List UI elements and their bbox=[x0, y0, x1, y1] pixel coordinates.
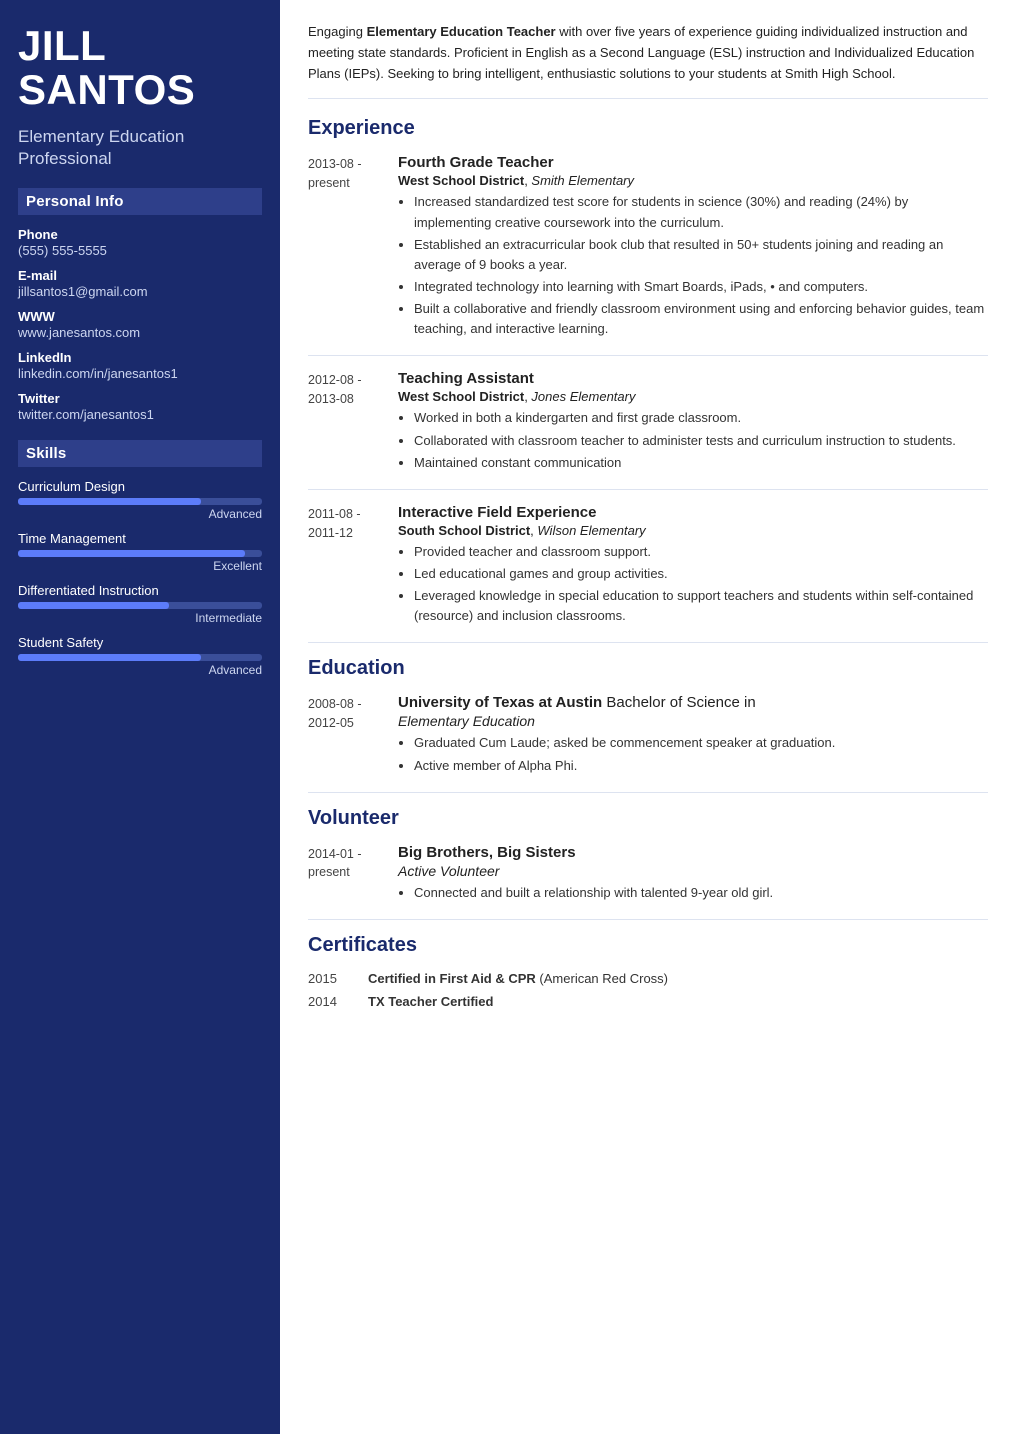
education-list: 2008-08 -2012-05 University of Texas at … bbox=[308, 694, 988, 777]
certificates-title: Certificates bbox=[308, 934, 988, 959]
twitter-label: Twitter bbox=[18, 391, 262, 406]
skill-name: Time Management bbox=[18, 531, 262, 546]
edu-bullets: Graduated Cum Laude; asked be commenceme… bbox=[414, 733, 988, 775]
exp-title: Interactive Field Experience bbox=[398, 504, 988, 521]
education-item: 2008-08 -2012-05 University of Texas at … bbox=[308, 694, 988, 777]
skill-item: Curriculum Design Advanced bbox=[18, 479, 262, 521]
skill-bar-fill bbox=[18, 654, 201, 661]
summary-text: Engaging Elementary Education Teacher wi… bbox=[308, 22, 988, 99]
exp-date: 2012-08 -2013-08 bbox=[308, 370, 398, 474]
certificate-item: 2014 TX Teacher Certified bbox=[308, 994, 988, 1009]
vol-date: 2014-01 -present bbox=[308, 844, 398, 905]
skill-item: Time Management Excellent bbox=[18, 531, 262, 573]
main-content: Engaging Elementary Education Teacher wi… bbox=[280, 0, 1016, 1434]
volunteer-list: 2014-01 -present Big Brothers, Big Siste… bbox=[308, 844, 988, 905]
skill-level: Advanced bbox=[18, 507, 262, 521]
sidebar: JILL SANTOS Elementary Education Profess… bbox=[0, 0, 280, 1434]
exp-org: West School District, Jones Elementary bbox=[398, 389, 988, 404]
bullet-item: Maintained constant communication bbox=[414, 453, 988, 473]
exp-bullets: Provided teacher and classroom support.L… bbox=[414, 542, 988, 627]
bullet-item: Increased standardized test score for st… bbox=[414, 192, 988, 232]
skill-name: Student Safety bbox=[18, 635, 262, 650]
phone-label: Phone bbox=[18, 227, 262, 242]
skills-list: Curriculum Design Advanced Time Manageme… bbox=[18, 479, 262, 677]
exp-title: Teaching Assistant bbox=[398, 370, 988, 387]
www-value: www.janesantos.com bbox=[18, 325, 262, 340]
edu-degree: University of Texas at Austin Bachelor o… bbox=[398, 694, 988, 711]
vol-bullets: Connected and built a relationship with … bbox=[414, 883, 988, 903]
cert-year: 2014 bbox=[308, 994, 368, 1009]
bullet-item: Graduated Cum Laude; asked be commenceme… bbox=[414, 733, 988, 753]
skill-item: Differentiated Instruction Intermediate bbox=[18, 583, 262, 625]
cert-text: Certified in First Aid & CPR (American R… bbox=[368, 971, 668, 986]
cert-year: 2015 bbox=[308, 971, 368, 986]
linkedin-label: LinkedIn bbox=[18, 350, 262, 365]
candidate-subtitle: Elementary Education Professional bbox=[18, 126, 262, 170]
bullet-item: Leveraged knowledge in special education… bbox=[414, 586, 988, 626]
skill-bar-bg bbox=[18, 602, 262, 609]
edu-italic: Elementary Education bbox=[398, 713, 988, 729]
exp-title: Fourth Grade Teacher bbox=[398, 154, 988, 171]
bullet-item: Collaborated with classroom teacher to a… bbox=[414, 431, 988, 451]
exp-content: Interactive Field Experience South Schoo… bbox=[398, 504, 988, 629]
skill-bar-bg bbox=[18, 654, 262, 661]
skill-name: Curriculum Design bbox=[18, 479, 262, 494]
edu-content: University of Texas at Austin Bachelor o… bbox=[398, 694, 988, 777]
bullet-item: Built a collaborative and friendly class… bbox=[414, 299, 988, 339]
skill-item: Student Safety Advanced bbox=[18, 635, 262, 677]
bullet-item: Active member of Alpha Phi. bbox=[414, 756, 988, 776]
bullet-item: Established an extracurricular book club… bbox=[414, 235, 988, 275]
experience-item: 2013-08 -present Fourth Grade Teacher We… bbox=[308, 154, 988, 341]
experience-title: Experience bbox=[308, 117, 988, 142]
skill-bar-bg bbox=[18, 498, 262, 505]
vol-title: Big Brothers, Big Sisters bbox=[398, 844, 988, 861]
volunteer-title: Volunteer bbox=[308, 807, 988, 832]
skill-level: Intermediate bbox=[18, 611, 262, 625]
skill-level: Excellent bbox=[18, 559, 262, 573]
experience-list: 2013-08 -present Fourth Grade Teacher We… bbox=[308, 154, 988, 628]
www-label: WWW bbox=[18, 309, 262, 324]
email-value: jillsantos1@gmail.com bbox=[18, 284, 262, 299]
experience-item: 2012-08 -2013-08 Teaching Assistant West… bbox=[308, 370, 988, 474]
personal-info-header: Personal Info bbox=[18, 188, 262, 215]
exp-content: Fourth Grade Teacher West School Distric… bbox=[398, 154, 988, 341]
edu-date: 2008-08 -2012-05 bbox=[308, 694, 398, 777]
vol-subtitle: Active Volunteer bbox=[398, 863, 988, 879]
skill-bar-fill bbox=[18, 498, 201, 505]
bullet-item: Integrated technology into learning with… bbox=[414, 277, 988, 297]
cert-text: TX Teacher Certified bbox=[368, 994, 493, 1009]
exp-bullets: Increased standardized test score for st… bbox=[414, 192, 988, 339]
candidate-name: JILL SANTOS bbox=[18, 24, 262, 112]
twitter-value: twitter.com/janesantos1 bbox=[18, 407, 262, 422]
exp-bullets: Worked in both a kindergarten and first … bbox=[414, 408, 988, 472]
linkedin-value: linkedin.com/in/janesantos1 bbox=[18, 366, 262, 381]
vol-content: Big Brothers, Big Sisters Active Volunte… bbox=[398, 844, 988, 905]
bullet-item: Provided teacher and classroom support. bbox=[414, 542, 988, 562]
exp-org: South School District, Wilson Elementary bbox=[398, 523, 988, 538]
experience-item: 2011-08 -2011-12 Interactive Field Exper… bbox=[308, 504, 988, 629]
exp-date: 2013-08 -present bbox=[308, 154, 398, 341]
exp-content: Teaching Assistant West School District,… bbox=[398, 370, 988, 474]
volunteer-item: 2014-01 -present Big Brothers, Big Siste… bbox=[308, 844, 988, 905]
bullet-item: Connected and built a relationship with … bbox=[414, 883, 988, 903]
skill-bar-fill bbox=[18, 602, 169, 609]
exp-date: 2011-08 -2011-12 bbox=[308, 504, 398, 629]
email-label: E-mail bbox=[18, 268, 262, 283]
education-title: Education bbox=[308, 657, 988, 682]
skill-name: Differentiated Instruction bbox=[18, 583, 262, 598]
certificates-list: 2015 Certified in First Aid & CPR (Ameri… bbox=[308, 971, 988, 1009]
skills-header: Skills bbox=[18, 440, 262, 467]
skill-level: Advanced bbox=[18, 663, 262, 677]
phone-value: (555) 555-5555 bbox=[18, 243, 262, 258]
exp-org: West School District, Smith Elementary bbox=[398, 173, 988, 188]
skill-bar-bg bbox=[18, 550, 262, 557]
skill-bar-fill bbox=[18, 550, 245, 557]
bullet-item: Led educational games and group activiti… bbox=[414, 564, 988, 584]
bullet-item: Worked in both a kindergarten and first … bbox=[414, 408, 988, 428]
certificate-item: 2015 Certified in First Aid & CPR (Ameri… bbox=[308, 971, 988, 986]
